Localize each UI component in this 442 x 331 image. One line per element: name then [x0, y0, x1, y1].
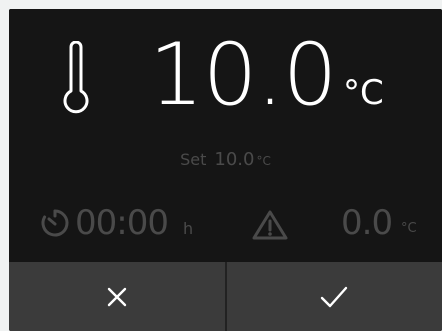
setpoint-value: 10.0 [214, 149, 255, 170]
checkmark-icon [321, 286, 348, 307]
display-area: 10.0 °C Set 10.0 °C 00:00 h 0.0 °C [9, 9, 442, 262]
setpoint[interactable]: Set 10.0 °C [9, 149, 442, 172]
warning-icon [252, 210, 288, 240]
setpoint-unit: °C [256, 154, 271, 168]
temperature-unit: °C [343, 73, 384, 113]
timer-unit: h [183, 219, 194, 238]
confirm-button[interactable] [226, 262, 442, 331]
button-row: X [9, 262, 442, 331]
status-row: 00:00 h 0.0 °C [9, 197, 442, 247]
timer-icon [41, 209, 69, 237]
timer-value[interactable]: 00:00 [75, 203, 169, 243]
controller-panel: 10.0 °C Set10.0°C 00:00 h 0.0 °C X [9, 9, 442, 331]
thermometer-icon [63, 41, 89, 114]
alarm-value[interactable]: 0.0 [341, 203, 393, 243]
cancel-button[interactable]: X [9, 262, 227, 331]
alarm-unit: °C [401, 221, 417, 236]
close-icon: X [107, 287, 126, 306]
current-temperature: 10.0 [149, 25, 337, 125]
setpoint-label: Set [180, 150, 207, 169]
